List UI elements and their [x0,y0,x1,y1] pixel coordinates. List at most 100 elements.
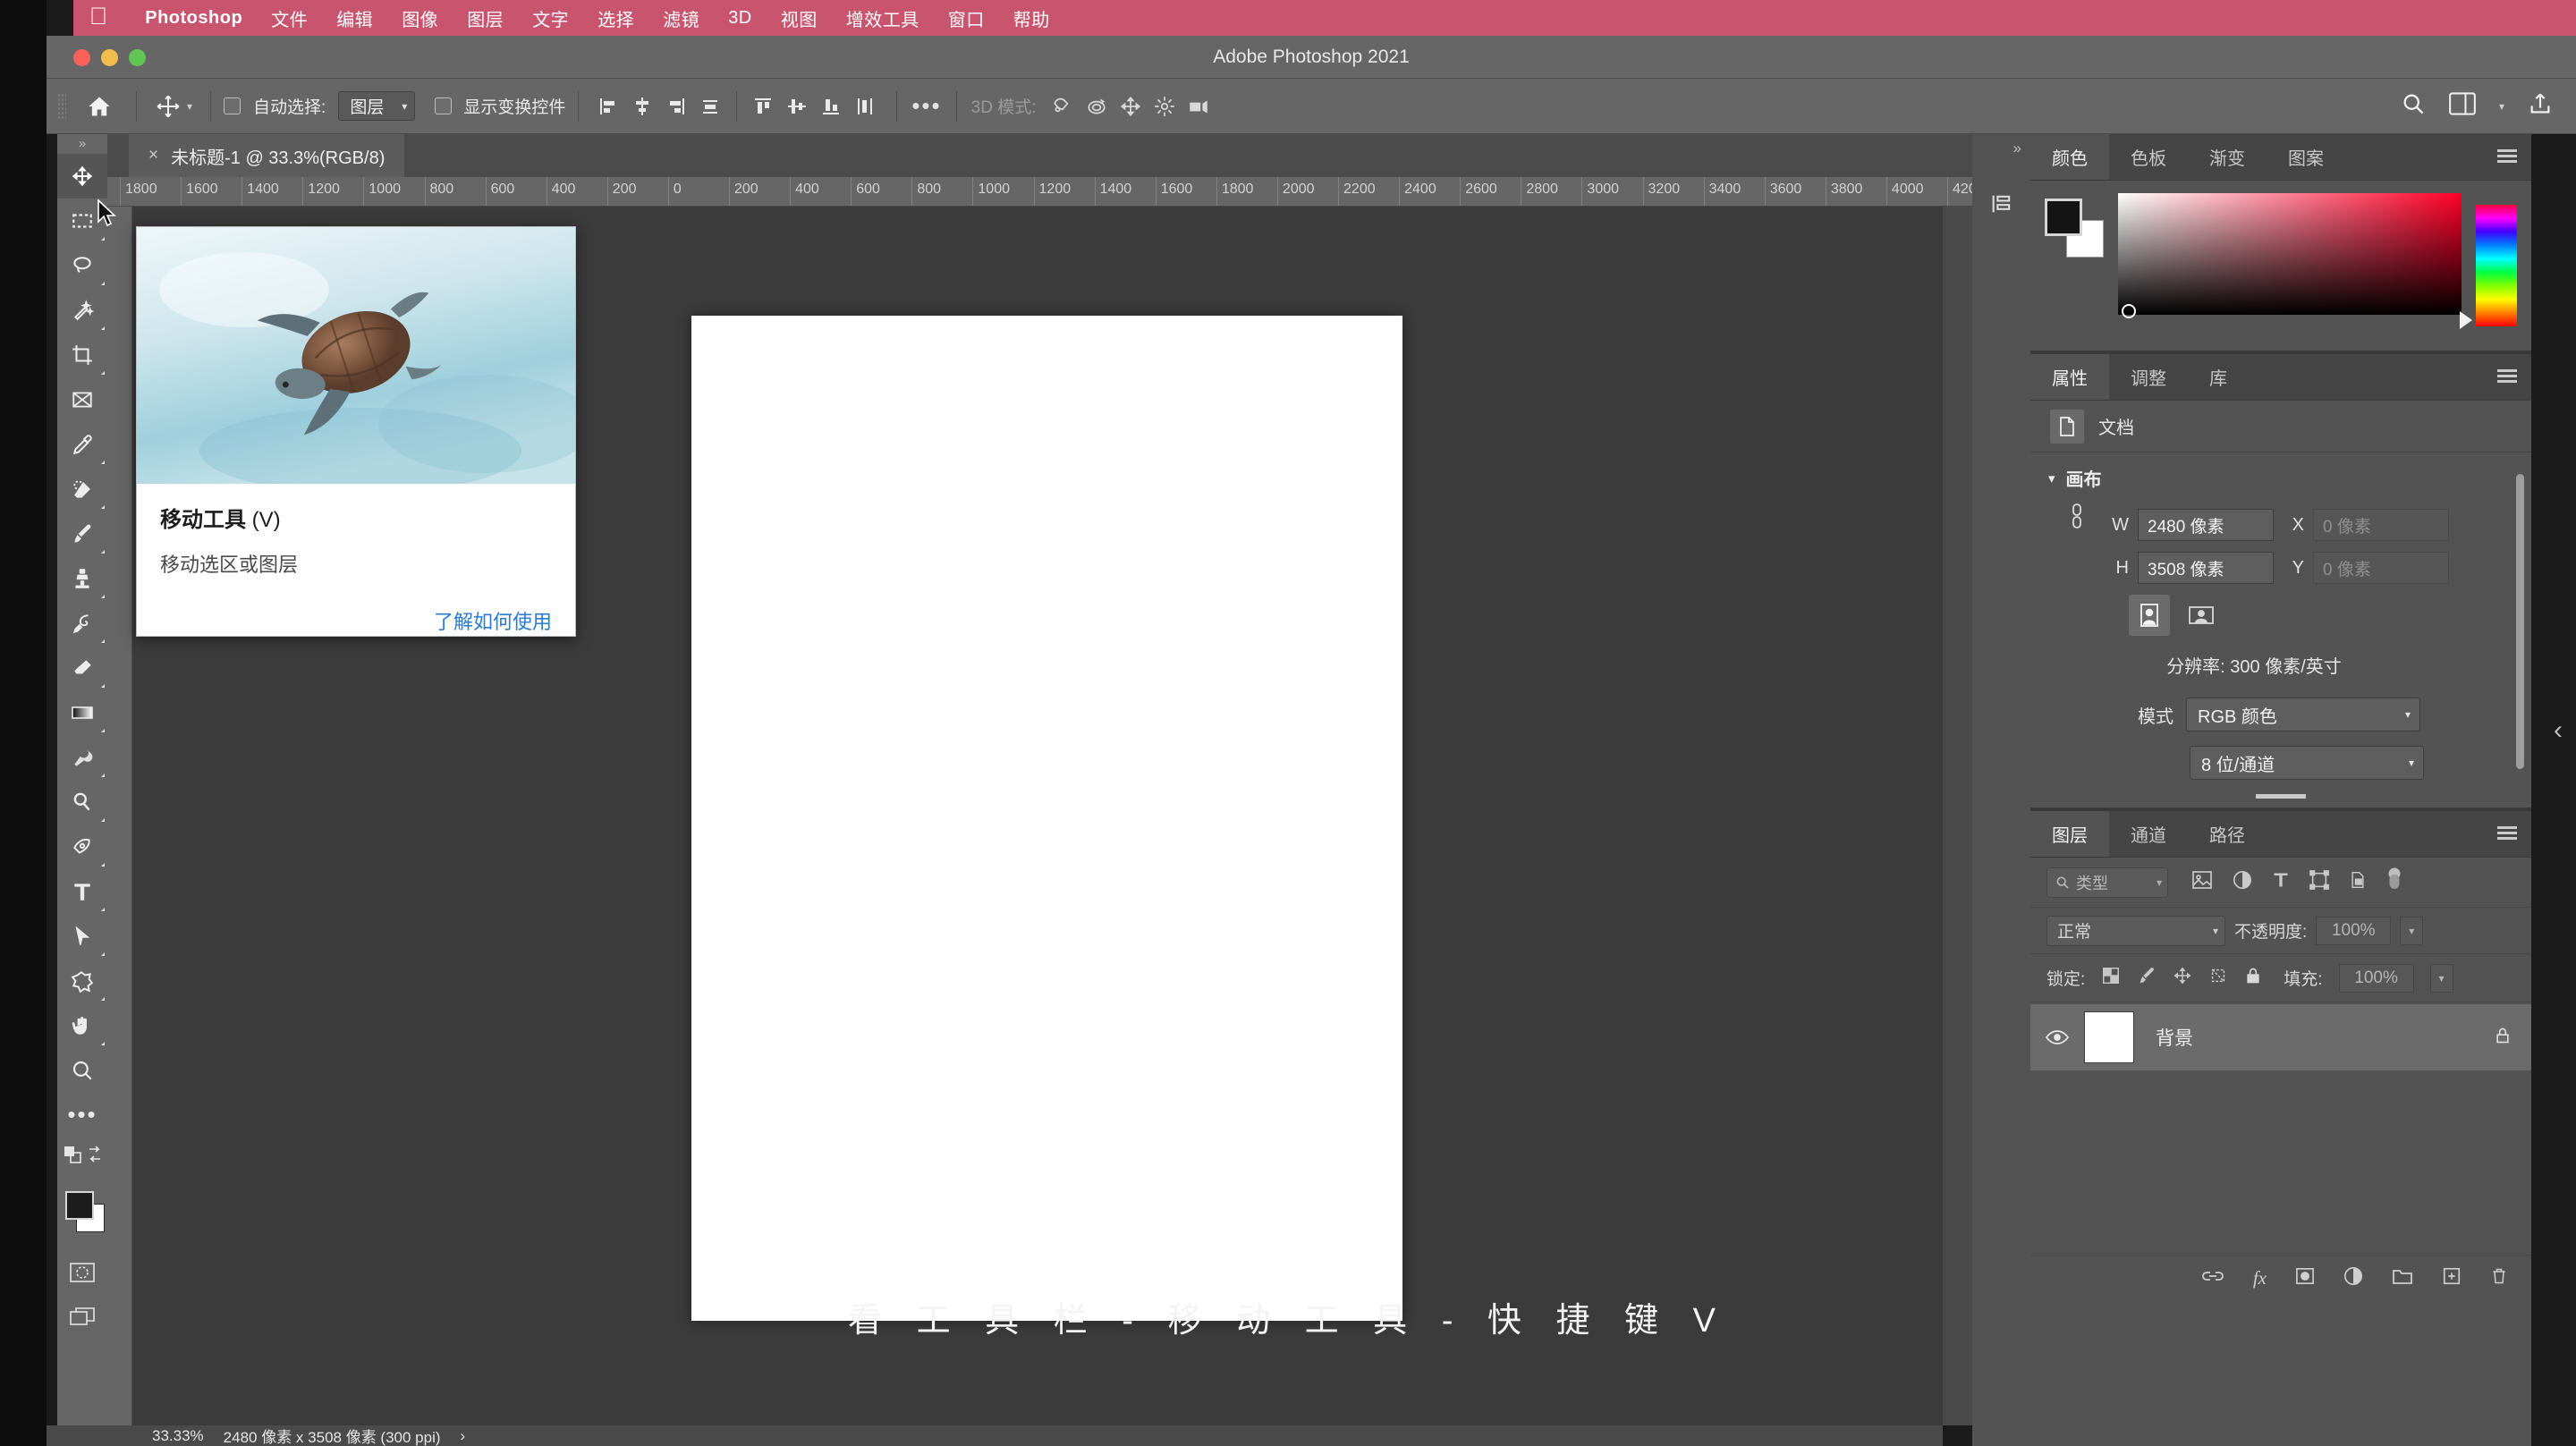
tool-spot-healing-brush[interactable] [57,467,107,512]
tool-zoom[interactable] [57,1048,107,1093]
color-field[interactable] [2118,193,2462,318]
image-filter-icon[interactable] [2191,870,2213,894]
new-layer-icon[interactable] [2442,1266,2462,1290]
tool-brush[interactable] [57,512,107,556]
workspace-icon[interactable] [2449,92,2476,120]
lock-position-icon[interactable] [2173,966,2192,990]
tool-dodge[interactable] [57,780,107,824]
distribute-vertical-icon[interactable] [848,89,882,123]
drag-3d-icon[interactable] [1114,89,1148,123]
horizontal-ruler[interactable]: 1800 1600 1400 1200 1000 800 600 400 200 0 200 400 6… [107,177,2032,207]
menu-item-select[interactable]: 选择 [583,5,648,31]
close-icon[interactable]: × [148,146,158,165]
opacity-input[interactable]: 100% [2316,916,2392,945]
type-filter-icon[interactable] [2272,870,2290,894]
landscape-orientation-icon[interactable] [2181,595,2222,636]
roll-3d-icon[interactable] [1080,89,1114,123]
group-layers-icon[interactable] [2392,1267,2413,1290]
slide-3d-icon[interactable] [1148,89,1182,123]
menu-item-3d[interactable]: 3D [714,8,767,29]
share-icon[interactable] [2528,91,2553,121]
shape-filter-icon[interactable] [2309,870,2329,894]
canvas-vertical-scrollbar[interactable] [1943,207,1972,1425]
tab-gradients[interactable]: 渐变 [2188,134,2267,180]
auto-select-checkbox[interactable] [224,97,242,114]
tool-crop[interactable] [57,333,107,377]
document-canvas[interactable] [691,316,1402,1321]
chevron-down-icon[interactable]: ▾ [2048,470,2055,486]
foreground-color-swatch[interactable] [2045,199,2082,236]
tool-lasso[interactable] [57,243,107,288]
chevron-down-icon[interactable]: ▾ [2499,100,2504,113]
properties-scrollbar[interactable] [2516,474,2524,769]
hue-slider[interactable] [2476,205,2517,326]
tab-libraries[interactable]: 库 [2188,354,2249,400]
move-tool-icon[interactable] [149,94,187,119]
show-transform-controls-checkbox[interactable] [435,97,453,114]
options-bar-grip[interactable] [57,92,66,120]
tool-pen[interactable] [57,824,107,869]
tool-hand[interactable] [57,1003,107,1048]
tool-move[interactable] [57,154,107,199]
tool-frame[interactable] [57,377,107,422]
tab-adjustments[interactable]: 调整 [2109,354,2188,400]
layer-thumbnail[interactable] [2084,1011,2134,1063]
tool-preset-chevron-icon[interactable]: ▾ [187,100,192,113]
lock-artboard-icon[interactable] [2208,966,2228,990]
status-chevron-icon[interactable]: › [461,1427,466,1445]
tool-type[interactable] [57,869,107,914]
zoom-level[interactable]: 33.33% [152,1427,204,1445]
tool-eraser[interactable] [57,646,107,690]
quick-swap-row[interactable] [57,1137,107,1173]
align-right-icon[interactable] [659,89,693,123]
menu-item-plugins[interactable]: 增效工具 [832,5,934,31]
layer-visibility-icon[interactable] [2030,1029,2084,1045]
delete-layer-icon[interactable] [2490,1266,2508,1290]
canvas-section-title[interactable]: ▾ 画布 [2030,465,2531,491]
fill-stepper-chevron-icon[interactable]: ▾ [2429,963,2453,993]
rotate-3d-icon[interactable] [1046,89,1080,123]
quick-mask-icon[interactable] [57,1250,107,1295]
layer-name[interactable]: 背景 [2156,1024,2193,1051]
lock-image-pixels-icon[interactable] [2137,966,2157,990]
layer-style-fx-icon[interactable]: fx [2253,1267,2267,1290]
color-picker-handle[interactable] [2122,304,2136,318]
expand-panels-icon[interactable]: » [2013,140,2021,157]
panel-menu-icon[interactable] [2497,826,2517,841]
adjustment-layer-icon[interactable] [2343,1266,2363,1290]
tool-clone-stamp[interactable] [57,556,107,601]
layer-mask-icon[interactable] [2295,1267,2315,1290]
height-input[interactable]: 3508 像素 [2138,552,2274,584]
tab-color[interactable]: 颜色 [2030,134,2109,180]
home-icon[interactable] [75,94,123,119]
width-input[interactable]: 2480 像素 [2138,509,2274,541]
panel-menu-icon[interactable] [2497,369,2517,384]
tool-gradient[interactable] [57,690,107,735]
distribute-horizontal-icon[interactable] [693,89,727,123]
adjustment-filter-icon[interactable] [2233,870,2252,894]
collapse-dock-icon[interactable]: ‹ [2554,715,2563,746]
lock-all-icon[interactable] [2244,966,2262,990]
align-bottom-icon[interactable] [814,89,848,123]
menu-item-window[interactable]: 窗口 [934,5,999,31]
tooltip-learn-link[interactable]: 了解如何使用 [137,606,575,635]
search-icon[interactable] [2401,91,2426,121]
opacity-stepper-chevron-icon[interactable]: ▾ [2400,916,2424,945]
document-tab[interactable]: × 未标题-1 @ 33.3%(RGB/8) [129,134,405,177]
tab-swatches[interactable]: 色板 [2109,134,2188,180]
scale-3d-icon[interactable] [1182,89,1216,123]
align-center-horizontal-icon[interactable] [625,89,659,123]
tool-magic-wand[interactable] [57,288,107,333]
align-left-icon[interactable] [591,89,625,123]
y-input[interactable]: 0 像素 [2313,552,2449,584]
align-top-icon[interactable] [746,89,780,123]
tab-properties[interactable]: 属性 [2030,354,2109,400]
smart-object-filter-icon[interactable] [2349,870,2367,894]
lock-transparent-pixels-icon[interactable] [2101,966,2121,990]
x-input[interactable]: 0 像素 [2313,509,2449,541]
tool-history-brush[interactable] [57,601,107,646]
tab-layers[interactable]: 图层 [2030,811,2109,857]
menu-item-layer[interactable]: 图层 [453,5,518,31]
blend-mode-dropdown[interactable]: 正常 ▾ [2046,915,2225,946]
layer-row[interactable]: 背景 [2030,1004,2531,1070]
